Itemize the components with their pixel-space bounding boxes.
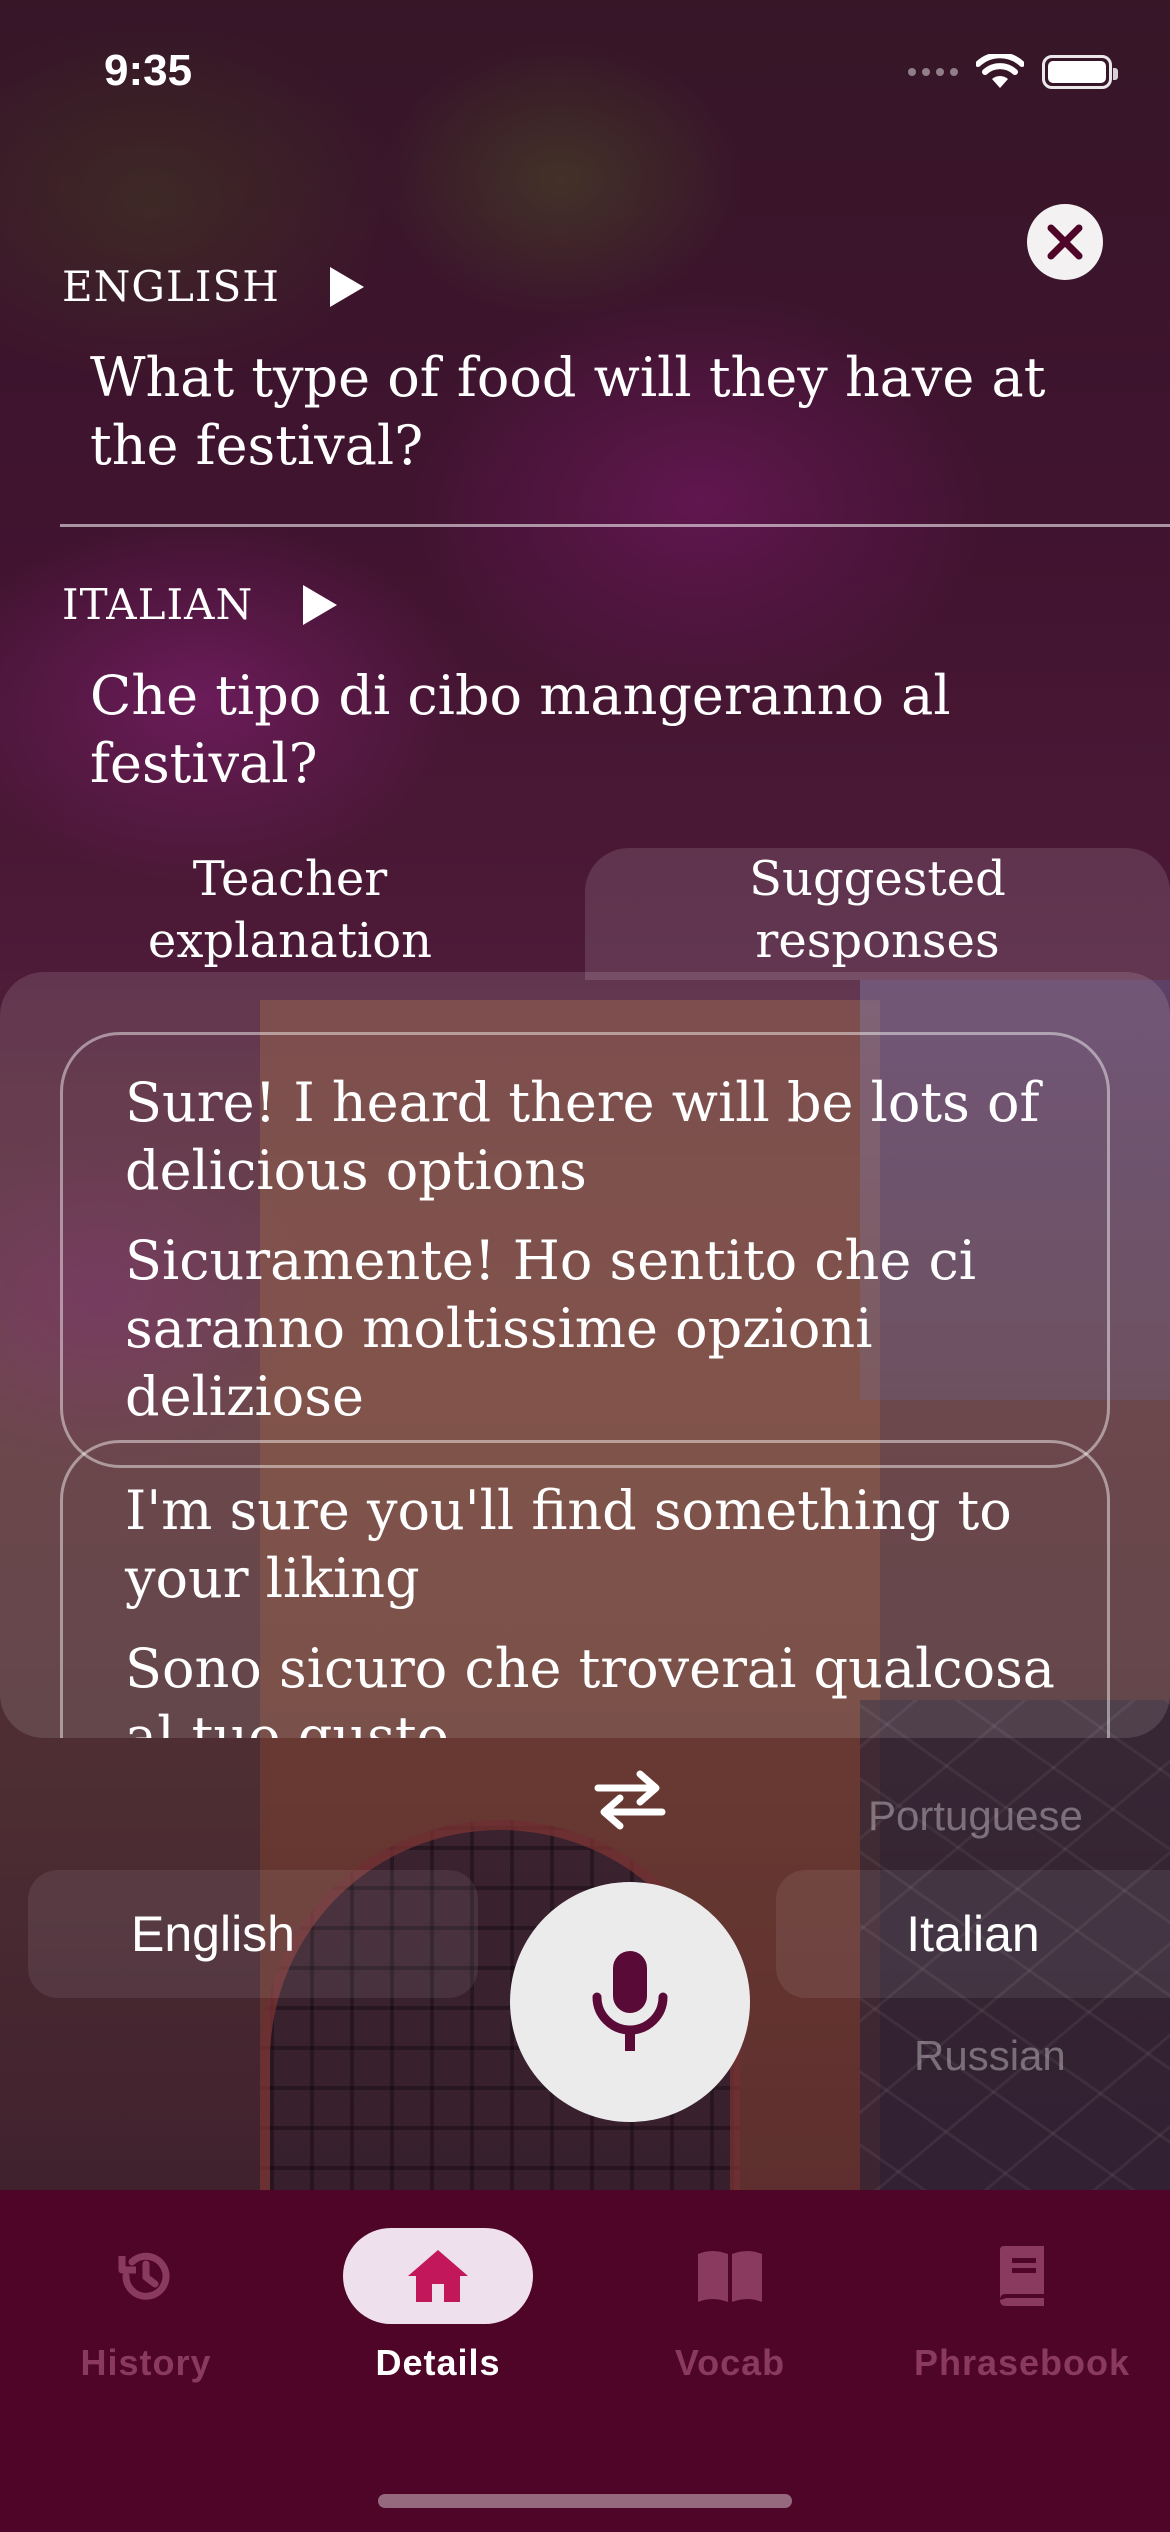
target-language-picker[interactable]: Italian xyxy=(776,1870,1170,1998)
tab-teacher-explanation[interactable]: Teacher explanation xyxy=(90,848,490,972)
cellular-signal-icon xyxy=(908,68,958,76)
close-icon xyxy=(1047,224,1083,260)
microphone-icon xyxy=(592,1951,668,2051)
source-sentence: What type of food will they have at the … xyxy=(90,346,1046,477)
status-bar: 9:35 xyxy=(0,0,1170,140)
book-open-icon xyxy=(698,2251,762,2302)
battery-icon xyxy=(1042,55,1118,89)
nav-details[interactable]: Details xyxy=(308,2228,568,2384)
response-english: Sure! I heard there will be lots of deli… xyxy=(125,1071,1040,1202)
bottom-navigation: History Details Vocab Phrasebook xyxy=(0,2190,1170,2532)
target-language-label: ITALIAN xyxy=(62,580,254,629)
status-time: 9:35 xyxy=(104,46,193,95)
history-icon xyxy=(118,2252,170,2300)
response-card[interactable]: I'm sure you'll find something to your l… xyxy=(60,1440,1110,1738)
source-language-label: ENGLISH xyxy=(62,262,280,311)
microphone-button[interactable] xyxy=(510,1882,750,2122)
home-indicator[interactable] xyxy=(378,2494,792,2508)
swap-languages-icon[interactable] xyxy=(588,1768,672,1832)
response-italian: Sicuramente! Ho sentito che ci saranno m… xyxy=(125,1229,976,1428)
close-button[interactable] xyxy=(1027,204,1103,280)
target-sentence: Che tipo di cibo mangeranno al festival? xyxy=(90,664,951,795)
nav-phrasebook[interactable]: Phrasebook xyxy=(892,2228,1152,2384)
nav-history[interactable]: History xyxy=(16,2228,276,2384)
language-option-above[interactable]: Portuguese xyxy=(868,1792,1083,1840)
tab-suggested-responses[interactable]: Suggested responses xyxy=(585,848,1170,980)
language-option-below[interactable]: Russian xyxy=(914,2032,1066,2080)
suggested-responses-panel[interactable]: Sure! I heard there will be lots of deli… xyxy=(0,972,1170,1738)
source-language-row: ENGLISH xyxy=(62,262,364,311)
divider xyxy=(60,524,1170,527)
home-icon xyxy=(408,2250,468,2302)
target-language-row: ITALIAN xyxy=(62,580,338,629)
response-italian: Sono sicuro che troverai qualcosa al tuo… xyxy=(125,1637,1055,1738)
response-english: I'm sure you'll find something to your l… xyxy=(125,1479,1012,1610)
play-target-icon[interactable] xyxy=(303,584,338,625)
source-language-picker[interactable]: English xyxy=(28,1870,478,1998)
nav-vocab[interactable]: Vocab xyxy=(600,2228,860,2384)
book-icon xyxy=(1000,2246,1044,2306)
response-card[interactable]: Sure! I heard there will be lots of deli… xyxy=(60,1032,1110,1468)
wifi-icon xyxy=(976,54,1024,88)
play-source-icon[interactable] xyxy=(329,266,364,307)
